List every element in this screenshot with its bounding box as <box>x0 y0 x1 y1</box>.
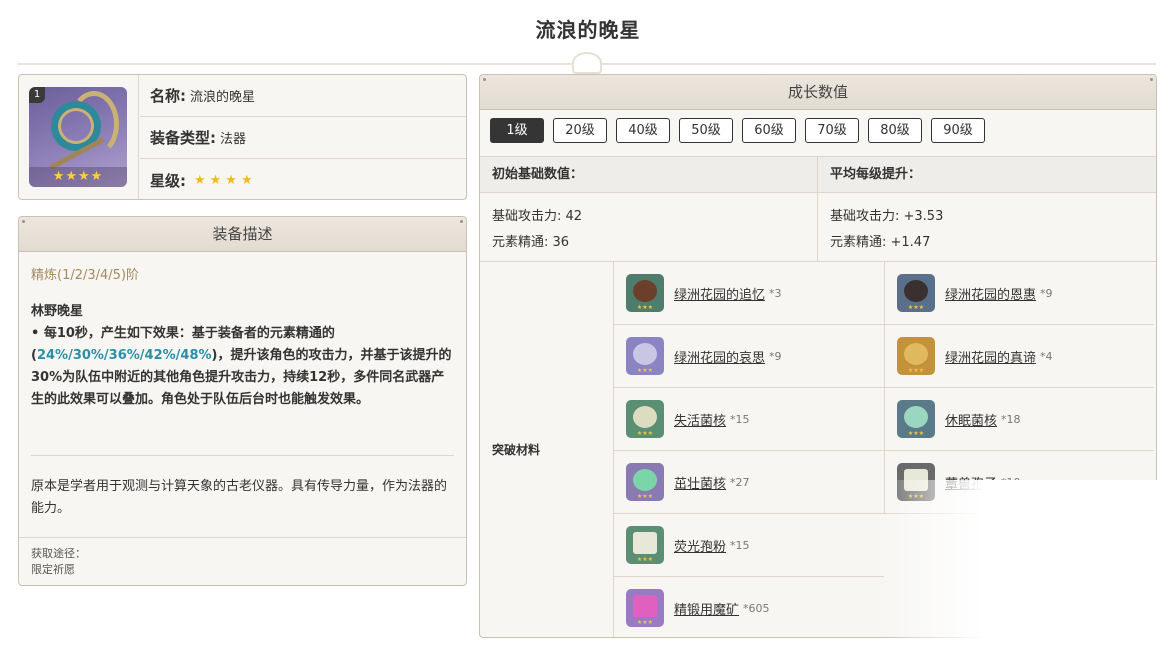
fade-overlay <box>880 480 1176 651</box>
material-count: *9 <box>769 349 782 363</box>
crystal-ore-icon: ★★★ <box>626 589 664 627</box>
material-count: *9 <box>1040 286 1053 300</box>
initial-atk: 基础攻击力: 42 <box>492 209 583 224</box>
material-item[interactable]: ★★★ 荧光孢粉 *15 <box>614 514 884 577</box>
material-item[interactable]: ★★★ 绿洲花园的哀思 *9 <box>614 325 884 388</box>
fungal-nucleus-icon: ★★★ <box>897 400 935 438</box>
material-item[interactable]: ★★★ 茁壮菌核 *27 <box>614 451 884 514</box>
material-item[interactable]: ★★★ 失活菌核 *15 <box>614 388 884 451</box>
source-label: 获取途径： <box>31 547 86 560</box>
type-row: 装备类型: 法器 <box>140 117 466 159</box>
level-tab-80[interactable]: 80级 <box>868 118 922 143</box>
page-title: 流浪的晚星 <box>535 18 641 42</box>
weapon-image: 1 ★★★★ <box>29 87 127 187</box>
material-count: *605 <box>743 601 770 615</box>
rarity-row: 星级: ★★★★ <box>140 159 466 199</box>
material-count: *15 <box>730 538 750 552</box>
refinement-badge: 1 <box>29 87 45 103</box>
refinement-label: 精炼(1/2/3/4/5)阶 <box>31 268 140 283</box>
level-tab-60[interactable]: 60级 <box>742 118 796 143</box>
material-count: *15 <box>730 412 750 426</box>
initial-stats-header: 初始基础数值： <box>480 157 818 192</box>
chalice-icon: ★★★ <box>626 337 664 375</box>
level-tab-50[interactable]: 50级 <box>679 118 733 143</box>
materials-label: 突破材料 <box>480 262 614 637</box>
level-tab-70[interactable]: 70级 <box>805 118 859 143</box>
level-tab-20[interactable]: 20级 <box>553 118 607 143</box>
material-item[interactable]: ★★★ 绿洲花园的恩惠 *9 <box>884 262 1154 325</box>
weapon-image-stars: ★★★★ <box>29 167 127 187</box>
material-name[interactable]: 精锻用魔矿 <box>674 599 739 618</box>
fungal-nucleus-icon: ★★★ <box>626 463 664 501</box>
rarity-label: 星级: <box>150 171 186 190</box>
level-tab-90[interactable]: 90级 <box>931 118 985 143</box>
avg-atk: 基础攻击力: +3.53 <box>830 209 944 224</box>
chalice-icon: ★★★ <box>897 337 935 375</box>
type-value: 法器 <box>220 132 247 147</box>
level-tab-1[interactable]: 1级 <box>490 118 544 143</box>
material-name[interactable]: 绿洲花园的哀思 <box>674 347 765 366</box>
material-count: *18 <box>1001 412 1021 426</box>
name-label: 名称: <box>150 87 186 105</box>
passive-description: • 每10秒，产生如下效果：基于装备者的元素精通的(24%/30%/36%/42… <box>31 326 452 407</box>
level-tab-40[interactable]: 40级 <box>616 118 670 143</box>
material-count: *3 <box>769 286 782 300</box>
type-label: 装备类型: <box>150 129 216 147</box>
title-ornament-icon <box>572 52 602 74</box>
lore-text: 原本是学者用于观测与计算天象的古老仪器。具有传导力量，作为法器的能力。 <box>31 479 448 516</box>
material-name[interactable]: 绿洲花园的追忆 <box>674 284 765 303</box>
material-name[interactable]: 荧光孢粉 <box>674 536 726 555</box>
material-name[interactable]: 绿洲花园的真谛 <box>945 347 1036 366</box>
source-section: 获取途径： 限定祈愿 <box>19 537 466 578</box>
chalice-icon: ★★★ <box>626 274 664 312</box>
level-tabs: 1级 20级 40级 50级 60级 70级 80级 90级 <box>490 118 994 143</box>
avg-em: 元素精通: +1.47 <box>830 235 931 250</box>
name-value: 流浪的晚星 <box>190 90 256 105</box>
initial-em: 元素精通: 36 <box>492 235 570 250</box>
spore-icon: ★★★ <box>626 526 664 564</box>
source-value: 限定祈愿 <box>31 563 75 576</box>
chalice-icon: ★★★ <box>897 274 935 312</box>
description-header: 装备描述 <box>19 217 466 252</box>
weapon-info-card: 1 ★★★★ 名称: 流浪的晚星 装备类型: 法器 星级: ★★★★ <box>18 74 467 200</box>
growth-header: 成长数值 <box>480 75 1156 110</box>
material-item[interactable]: ★★★ 休眠菌核 *18 <box>884 388 1154 451</box>
material-name[interactable]: 失活菌核 <box>674 410 726 429</box>
material-name[interactable]: 休眠菌核 <box>945 410 997 429</box>
material-name[interactable]: 茁壮菌核 <box>674 473 726 492</box>
avg-growth-header: 平均每级提升： <box>830 167 922 182</box>
passive-name: 林野晚星 <box>31 304 84 319</box>
material-count: *27 <box>730 475 750 489</box>
stats-table: 初始基础数值： 平均每级提升： 基础攻击力: 42 元素精通: 36 基础攻击力… <box>480 156 1156 262</box>
material-name[interactable]: 绿洲花园的恩惠 <box>945 284 1036 303</box>
material-item[interactable]: ★★★ 绿洲花园的追忆 *3 <box>614 262 884 325</box>
material-count: *4 <box>1040 349 1053 363</box>
rarity-stars-icon: ★★★★ <box>194 172 257 188</box>
fungal-nucleus-icon: ★★★ <box>626 400 664 438</box>
material-item[interactable]: ★★★ 精锻用魔矿 *605 <box>614 577 884 637</box>
material-item[interactable]: ★★★ 绿洲花园的真谛 *4 <box>884 325 1154 388</box>
name-row: 名称: 流浪的晚星 <box>140 75 466 117</box>
passive-highlight-values: 24%/30%/36%/42%/48% <box>36 348 212 363</box>
description-card: 装备描述 精炼(1/2/3/4/5)阶 林野晚星 • 每10秒，产生如下效果：基… <box>18 216 467 586</box>
